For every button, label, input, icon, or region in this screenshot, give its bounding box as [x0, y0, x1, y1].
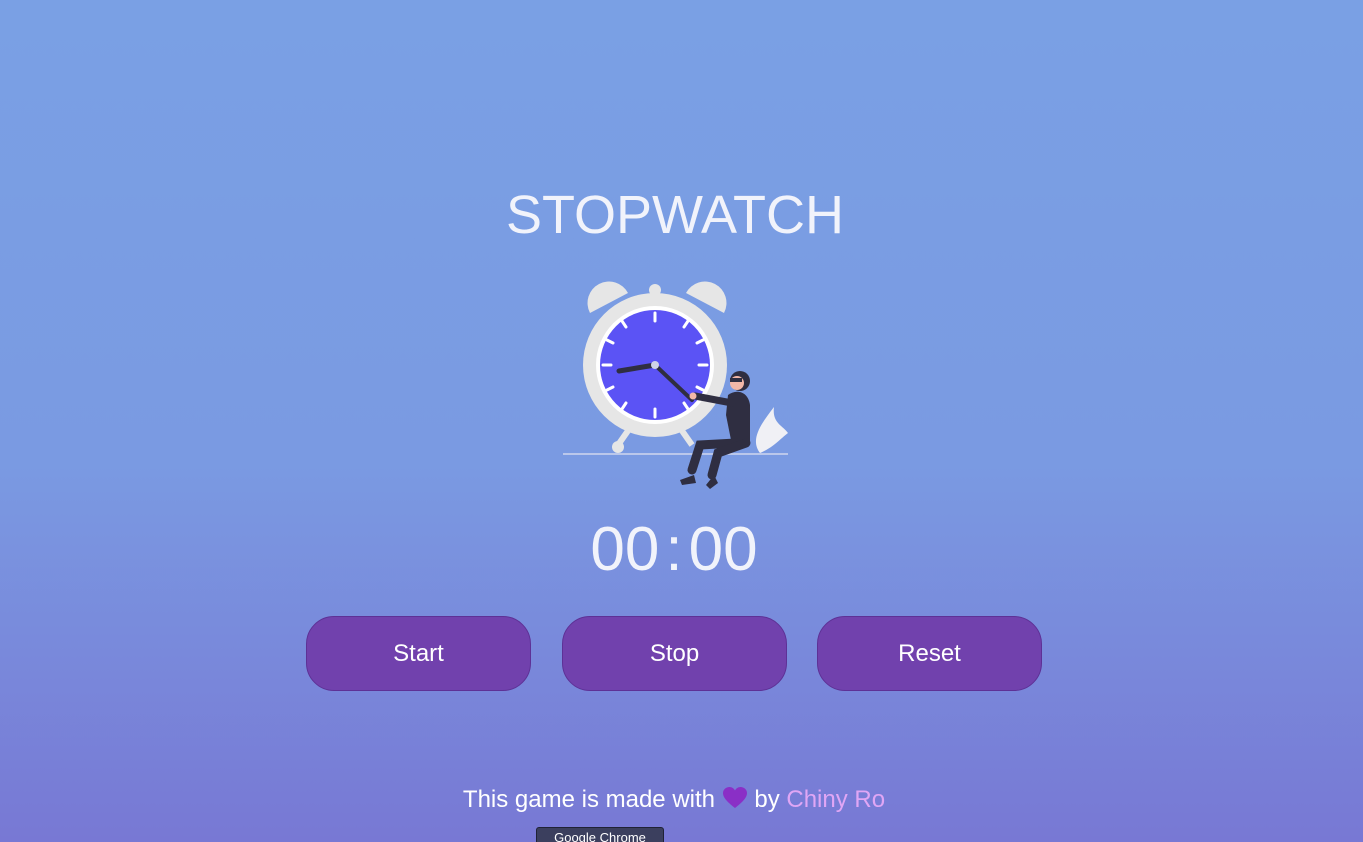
timer-display: 00:00 — [0, 514, 1348, 585]
reset-button[interactable]: Reset — [817, 616, 1042, 691]
footer-text: This game is made with — [462, 786, 715, 813]
page-title: STOPWATCH — [505, 185, 844, 245]
footer-credit: This game is made with by Chiny Ro — [0, 786, 1348, 814]
stop-button[interactable]: Stop — [562, 616, 787, 691]
timer-minutes: 00 — [590, 515, 660, 584]
alarm-clock-illustration — [563, 281, 788, 489]
plant — [755, 407, 788, 453]
start-button[interactable]: Start — [306, 616, 531, 691]
timer-seconds: 00 — [688, 515, 758, 584]
browser-tooltip: Google Chrome — [536, 827, 664, 842]
heart-icon — [722, 787, 747, 808]
author-link[interactable]: Chiny Ro — [786, 786, 885, 813]
footer-by: by — [754, 786, 780, 813]
timer-separator: : — [665, 515, 683, 584]
